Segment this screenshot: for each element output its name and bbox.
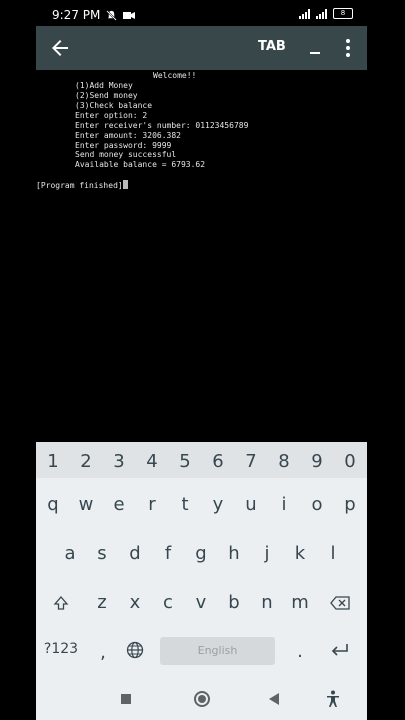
phone-screen: 9:27 PM 8 TAB Welcome!! (1)Add Money (2)…	[36, 0, 367, 720]
terminal-line: (2)Send money	[75, 91, 138, 100]
key-4[interactable]: 4	[137, 451, 167, 472]
app-toolbar: TAB	[36, 26, 367, 70]
key-v[interactable]: v	[186, 592, 216, 613]
program-finished-line: [Program finished]	[36, 180, 128, 191]
battery-icon: 8	[333, 8, 353, 19]
terminal-line: Send money successful	[75, 150, 177, 159]
key-d[interactable]: d	[120, 543, 150, 564]
key-b[interactable]: b	[219, 592, 249, 613]
signal-icon-secondary	[316, 8, 327, 19]
backspace-icon[interactable]	[330, 596, 350, 610]
navigation-bar	[36, 682, 367, 720]
terminal-line: (1)Add Money	[75, 81, 133, 90]
key-e[interactable]: e	[104, 494, 134, 515]
key-3[interactable]: 3	[104, 451, 134, 472]
key-j[interactable]: j	[252, 543, 282, 564]
space-bar[interactable]: English	[160, 637, 275, 665]
key-x[interactable]: x	[120, 592, 150, 613]
shift-icon[interactable]	[53, 595, 69, 611]
key-r[interactable]: r	[137, 494, 167, 515]
key-o[interactable]: o	[302, 494, 332, 515]
terminal-line: Enter amount: 3206.382	[75, 131, 181, 140]
key-g[interactable]: g	[186, 543, 216, 564]
key-z[interactable]: z	[87, 592, 117, 613]
muted-notification-icon	[106, 9, 118, 21]
terminal-output[interactable]: Welcome!! (1)Add Money (2)Send money (3)…	[36, 71, 367, 441]
back-icon[interactable]	[269, 693, 279, 705]
key-s[interactable]: s	[87, 543, 117, 564]
key-7[interactable]: 7	[236, 451, 266, 472]
tab-button[interactable]: TAB	[258, 39, 286, 54]
number-row: 1 2 3 4 5 6 7 8 9 0	[36, 442, 367, 478]
camera-icon	[123, 12, 136, 19]
key-6[interactable]: 6	[203, 451, 233, 472]
key-5[interactable]: 5	[170, 451, 200, 472]
key-9[interactable]: 9	[302, 451, 332, 472]
more-options-icon[interactable]	[338, 36, 358, 60]
key-m[interactable]: m	[285, 592, 315, 613]
terminal-line: Available balance = 6793.62	[75, 160, 206, 169]
enter-icon[interactable]	[330, 643, 350, 657]
key-f[interactable]: f	[153, 543, 183, 564]
symbols-key[interactable]: ?123	[40, 641, 82, 657]
key-i[interactable]: i	[269, 494, 299, 515]
terminal-line: (3)Check balance	[75, 101, 153, 110]
terminal-line: Enter option: 2	[75, 111, 148, 120]
key-1[interactable]: 1	[38, 451, 68, 472]
status-bar: 9:27 PM 8	[36, 0, 367, 28]
key-w[interactable]: w	[71, 494, 101, 515]
key-y[interactable]: y	[203, 494, 233, 515]
accessibility-icon[interactable]	[326, 690, 340, 708]
key-comma[interactable]: ,	[88, 642, 118, 663]
key-c[interactable]: c	[153, 592, 183, 613]
key-2[interactable]: 2	[71, 451, 101, 472]
program-finished-text: [Program finished]	[36, 181, 123, 190]
recents-icon[interactable]	[121, 694, 131, 704]
key-p[interactable]: p	[335, 494, 365, 515]
signal-icon	[299, 8, 310, 19]
globe-icon[interactable]	[126, 641, 144, 659]
back-arrow-icon[interactable]	[48, 36, 72, 60]
soft-keyboard: 1 2 3 4 5 6 7 8 9 0 q w e r t y u i o p …	[36, 442, 367, 720]
key-a[interactable]: a	[55, 543, 85, 564]
home-icon[interactable]	[194, 691, 210, 707]
key-h[interactable]: h	[219, 543, 249, 564]
text-cursor	[122, 180, 128, 189]
status-time: 9:27 PM	[52, 8, 101, 22]
key-0[interactable]: 0	[335, 451, 365, 472]
key-n[interactable]: n	[252, 592, 282, 613]
key-period[interactable]: .	[285, 641, 315, 662]
key-l[interactable]: l	[318, 543, 348, 564]
key-q[interactable]: q	[38, 494, 68, 515]
minimize-button[interactable]	[304, 36, 328, 60]
key-8[interactable]: 8	[269, 451, 299, 472]
key-t[interactable]: t	[170, 494, 200, 515]
key-k[interactable]: k	[285, 543, 315, 564]
key-u[interactable]: u	[236, 494, 266, 515]
terminal-line: Enter receiver's number: 01123456789	[75, 121, 249, 130]
terminal-line: Welcome!!	[153, 71, 197, 80]
